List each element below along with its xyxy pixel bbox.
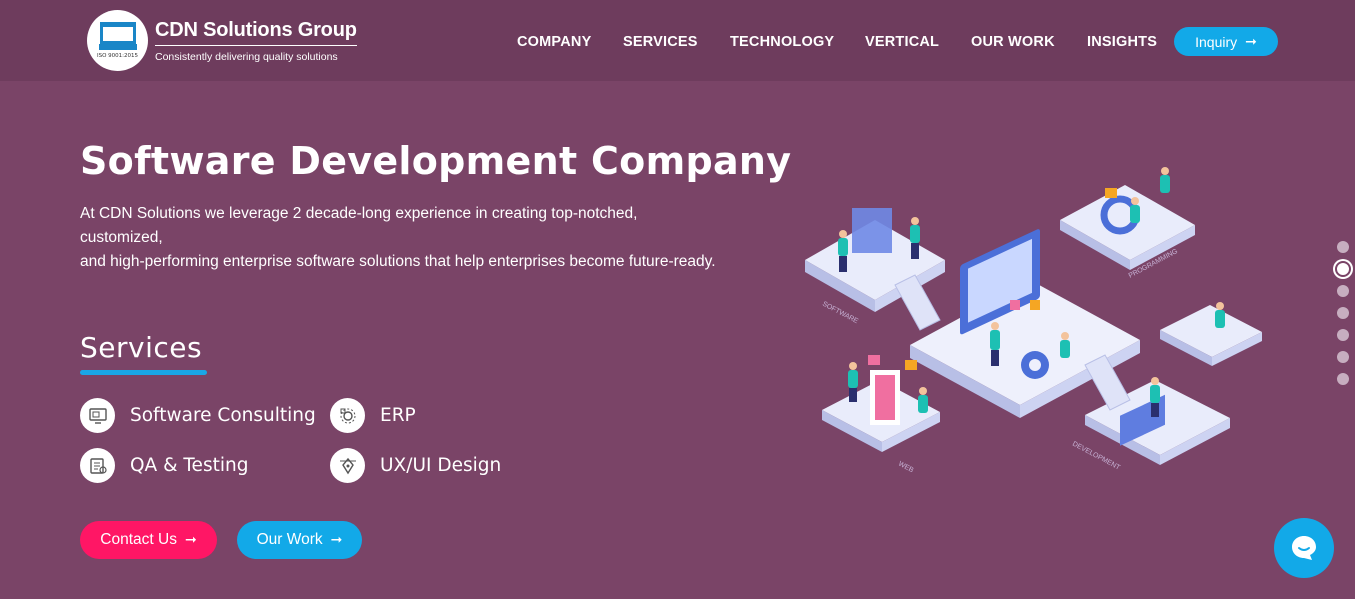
checklist-icon — [80, 448, 115, 483]
slide-dot[interactable] — [1337, 329, 1349, 341]
monitor-icon — [80, 398, 115, 433]
nav-our-work[interactable]: OUR WORK — [971, 34, 1055, 50]
illustration-label-software: SOFTWARE — [821, 301, 859, 326]
service-label: UX/UI Design — [380, 455, 502, 476]
hero-title: Software Development Company — [80, 139, 792, 183]
our-work-button[interactable]: Our Work ➞ — [237, 521, 362, 559]
slide-dot[interactable] — [1337, 285, 1349, 297]
slide-dot[interactable] — [1337, 307, 1349, 319]
nav-services[interactable]: SERVICES — [623, 34, 698, 50]
service-qa-testing[interactable]: QA & Testing — [80, 448, 248, 483]
inquiry-label: Inquiry — [1195, 33, 1238, 50]
illustration-label-development: DEVELOPMENT — [1071, 441, 1122, 472]
service-label: ERP — [380, 405, 416, 426]
hero-description: At CDN Solutions we leverage 2 decade-lo… — [80, 202, 720, 274]
service-ux-ui-design[interactable]: UX/UI Design — [330, 448, 501, 483]
design-pen-icon — [330, 448, 365, 483]
chat-button[interactable] — [1274, 518, 1334, 578]
slide-dot[interactable] — [1337, 373, 1349, 385]
nav-insights[interactable]: INSIGHTS — [1087, 34, 1157, 50]
service-erp[interactable]: ERP — [330, 398, 416, 433]
contact-us-label: Contact Us — [100, 531, 177, 548]
nav-technology[interactable]: TECHNOLOGY — [730, 34, 834, 50]
hero-description-line-1: At CDN Solutions we leverage 2 decade-lo… — [80, 205, 638, 246]
logo-tagline: Consistently delivering quality solution… — [155, 50, 338, 63]
our-work-label: Our Work — [256, 531, 323, 548]
inquiry-button[interactable]: Inquiry ➞ — [1174, 27, 1278, 56]
arrow-right-icon: ➞ — [184, 532, 197, 548]
nav-company[interactable]: COMPANY — [517, 34, 591, 50]
contact-us-button[interactable]: Contact Us ➞ — [80, 521, 217, 559]
hero-description-line-2: and high-performing enterprise software … — [80, 253, 716, 270]
arrow-right-icon: ➞ — [330, 532, 343, 548]
logo-badge-icon: ISO 9001:2015 — [87, 10, 148, 71]
illustration-label-web: WEB — [897, 461, 915, 475]
nav-vertical[interactable]: VERTICAL — [865, 34, 939, 50]
logo-title: CDN Solutions Group — [155, 19, 357, 46]
services-title: Services — [80, 331, 203, 364]
service-label: Software Consulting — [130, 405, 316, 426]
service-label: QA & Testing — [130, 455, 249, 476]
erp-gears-icon — [330, 398, 365, 433]
slide-dot[interactable] — [1337, 351, 1349, 363]
services-underline — [80, 370, 207, 375]
logo[interactable]: ISO 9001:2015 CDN Solutions Group Consis… — [87, 10, 357, 71]
chat-bubble-icon — [1292, 536, 1316, 560]
slide-dot-active[interactable] — [1335, 261, 1351, 277]
slide-dot[interactable] — [1337, 241, 1349, 253]
site-header: ISO 9001:2015 CDN Solutions Group Consis… — [0, 0, 1355, 81]
arrow-right-icon: ➞ — [1245, 33, 1257, 50]
logo-iso-text: ISO 9001:2015 — [96, 53, 139, 59]
service-software-consulting[interactable]: Software Consulting — [80, 398, 316, 433]
isometric-software-illustration: SOFTWARE PROGRAMMING WEB DEVELOPMENT — [805, 167, 1262, 475]
